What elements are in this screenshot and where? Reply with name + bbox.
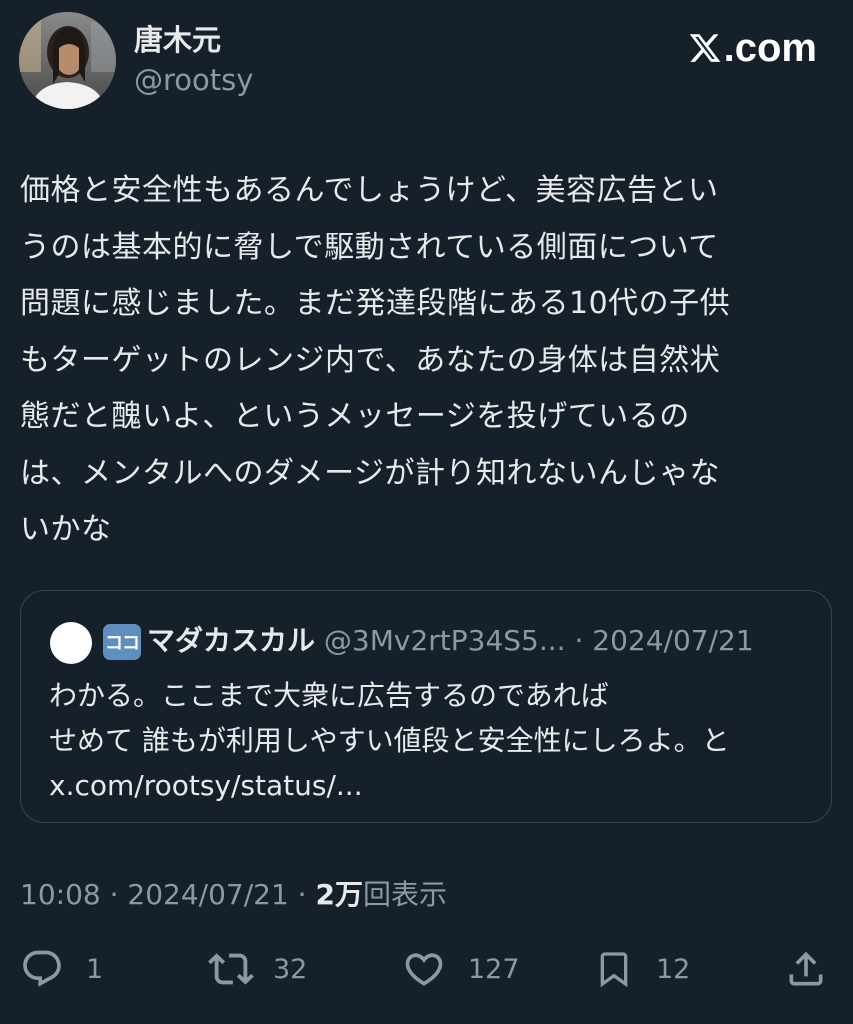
views-label: 回表示 xyxy=(362,878,447,911)
tweet-meta: 10:08 · 2024/07/21 · 2万回表示 xyxy=(20,874,447,916)
views-count: 2万 xyxy=(315,878,363,911)
author-handle[interactable]: @rootsy xyxy=(134,62,253,98)
quoted-tweet[interactable]: ココ マダカスカル @3Mv2rtP34S5... · 2024/07/21 わ… xyxy=(20,590,832,823)
tweet-text-line: もターゲットのレンジ内で、あなたの身体は自然状 xyxy=(20,342,721,378)
reply-count: 1 xyxy=(86,953,104,985)
bookmark-icon xyxy=(600,952,628,988)
quoted-tweet-header: マダカスカル @3Mv2rtP34S5... · 2024/07/21 xyxy=(147,621,754,661)
reply-icon xyxy=(23,950,61,987)
author-avatar[interactable] xyxy=(19,12,116,109)
repost-icon xyxy=(208,953,254,985)
tweet-text-line: 態だと醜いよ、というメッセージを投げているの xyxy=(20,399,690,434)
bookmark-button[interactable]: 12 xyxy=(594,946,690,992)
quoted-text-line: わかる。ここまで大衆に広告するのであれば xyxy=(49,679,609,712)
tweet-text-line: うのは基本的に脅しで駆動されている側面について xyxy=(20,229,719,265)
share-icon xyxy=(789,951,823,986)
like-button[interactable]: 127 xyxy=(402,946,520,992)
tweet-text-line: 問題に感じました。まだ発達段階にある10代の子供 xyxy=(20,286,731,321)
quoted-author-avatar[interactable] xyxy=(50,622,92,664)
tweet-datetime[interactable]: 10:08 · 2024/07/21 · xyxy=(20,878,315,911)
tweet-text-line: は、メンタルへのダメージが計り知れないんじゃな xyxy=(20,455,720,491)
tweet-text-line: いかな xyxy=(20,512,112,547)
tweet-text-line: 価格と安全性もあるんでしょうけど、美容広告とい xyxy=(20,173,719,208)
repost-button[interactable]: 32 xyxy=(207,946,307,992)
heart-icon xyxy=(405,953,443,986)
reply-button[interactable]: 1 xyxy=(20,946,103,992)
quoted-text-line: せめて 誰もが利用しやすい値段と安全性にしろよ。と xyxy=(49,724,730,757)
repost-count: 32 xyxy=(273,953,308,985)
tweet-text: 価格と安全性もあるんでしょうけど、美容広告とい うのは基本的に脅しで駆動されてい… xyxy=(20,163,820,559)
bookmark-count: 12 xyxy=(656,953,691,985)
quoted-tweet-meta: @3Mv2rtP34S5... · 2024/07/21 xyxy=(315,624,754,657)
share-button[interactable] xyxy=(784,946,828,992)
brand-logo: .com xyxy=(687,26,817,70)
brand-label: .com xyxy=(723,26,817,70)
x-logo-icon xyxy=(689,34,720,62)
avatar-photo-icon xyxy=(19,12,116,109)
author-name[interactable]: 唐木元 xyxy=(134,22,221,58)
tweet-card: 唐木元 @rootsy .com 価格と安全性もあるんでしょうけど、美容広告とい… xyxy=(0,0,853,1024)
quoted-author-badge: ココ xyxy=(103,624,141,660)
quoted-tweet-text: わかる。ここまで大衆に広告するのであれば せめて 誰もが利用しやすい値段と安全性… xyxy=(49,673,819,808)
like-count: 127 xyxy=(468,953,520,985)
quoted-tweet-link[interactable]: x.com/rootsy/status/... xyxy=(49,763,819,808)
quoted-author-name[interactable]: マダカスカル xyxy=(147,624,315,657)
